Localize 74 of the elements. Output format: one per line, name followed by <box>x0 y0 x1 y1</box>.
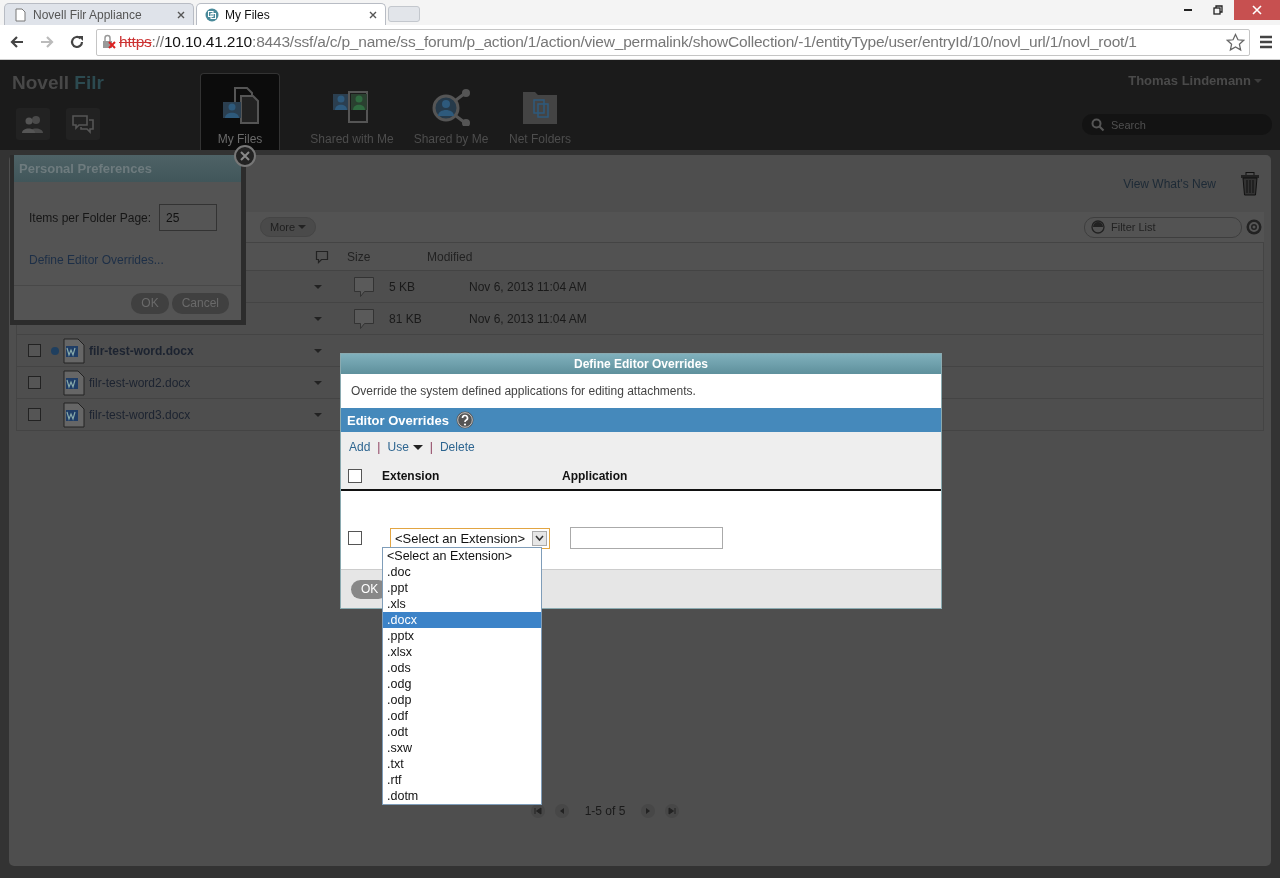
filter-icon <box>1091 220 1105 234</box>
toolbar-link[interactable]: Delete <box>439 440 475 454</box>
comment-icon[interactable] <box>353 307 375 330</box>
help-icon[interactable] <box>455 411 474 429</box>
comments-icon <box>71 114 95 134</box>
close-icon[interactable] <box>369 10 377 19</box>
settings-icon[interactable] <box>1246 219 1262 235</box>
dropdown-option[interactable]: .xls <box>383 596 541 612</box>
dropdown-option[interactable]: .sxw <box>383 740 541 756</box>
browser-tab[interactable]: My Files <box>196 3 386 25</box>
dropdown-option[interactable]: .doc <box>383 564 541 580</box>
search-input[interactable]: Search <box>1111 118 1261 131</box>
row-checkbox[interactable] <box>28 376 41 389</box>
close-icon <box>1252 5 1262 15</box>
row-checkbox[interactable] <box>28 344 41 357</box>
restore-icon <box>1213 5 1223 15</box>
chevron-down-icon <box>535 534 544 542</box>
address-field[interactable]: https://10.10.41.210:8443/ssf/a/c/p_name/ss_forum/p_action/1/action/view_permalink/showCollection/-1/entityType/user/entryId/10/novl_url/1/novl_root/1 <box>96 28 1250 56</box>
dropdown-option[interactable]: .rtf <box>383 772 541 788</box>
select-all-checkbox[interactable] <box>348 468 362 483</box>
row-checkbox[interactable] <box>348 531 362 545</box>
trash-icon[interactable] <box>1240 171 1260 196</box>
caret-icon[interactable] <box>314 316 322 321</box>
dropdown-option[interactable]: .ods <box>383 660 541 676</box>
search-icon <box>1091 117 1105 132</box>
comment-icon <box>315 249 329 264</box>
toolbar-link[interactable]: Add <box>349 440 371 454</box>
dropdown-option[interactable]: <Select an Extension> <box>383 548 541 564</box>
dialog-description: Override the system defined applications for editing attachments. <box>350 383 697 400</box>
field-label: Items per Folder Page: <box>29 210 152 225</box>
separator: | <box>377 440 381 454</box>
close-icon[interactable] <box>177 10 185 19</box>
word-file-icon <box>63 369 85 396</box>
people-button[interactable] <box>16 108 50 140</box>
column-header: Extension <box>382 468 441 483</box>
dialog-title: Define Editor Overrides <box>341 354 941 374</box>
word-file-icon <box>63 401 85 428</box>
word-file-icon <box>63 337 85 364</box>
broken-lock-icon <box>101 34 117 50</box>
next-page-icon[interactable] <box>641 804 656 818</box>
toolbar-link[interactable]: Use <box>387 440 423 454</box>
separator: | <box>429 440 433 454</box>
column-header: Application <box>562 468 628 483</box>
previous-page-icon[interactable] <box>554 804 569 818</box>
dropdown-option[interactable]: .odt <box>383 724 541 740</box>
people-icon <box>21 115 45 133</box>
search-field[interactable]: Search <box>1082 114 1272 135</box>
minimize-icon <box>1184 9 1192 11</box>
star-icon[interactable] <box>1226 32 1245 52</box>
dropdown-option[interactable]: .docx <box>383 612 541 628</box>
new-tab-button[interactable] <box>388 6 420 22</box>
caret-icon[interactable] <box>314 348 322 353</box>
first-page-icon[interactable] <box>530 804 545 818</box>
dropdown-option[interactable]: .dotm <box>383 788 541 804</box>
application-field[interactable] <box>570 527 723 549</box>
dropdown-option[interactable]: .odp <box>383 692 541 708</box>
comments-button[interactable] <box>66 108 100 140</box>
section-title: Editor Overrides <box>347 412 449 428</box>
filr-favicon-icon <box>205 7 219 22</box>
page-icon <box>13 7 27 22</box>
dropdown-option[interactable]: .txt <box>383 756 541 772</box>
nav-tab[interactable]: My Files <box>200 73 280 150</box>
caret-icon[interactable] <box>314 284 322 289</box>
caret-icon[interactable] <box>314 380 322 385</box>
menu-icon[interactable] <box>1258 34 1274 50</box>
browser-tab[interactable]: Novell Filr Appliance <box>4 3 194 25</box>
row-checkbox[interactable] <box>28 408 41 421</box>
comment-icon[interactable] <box>353 275 375 298</box>
dropdown-option[interactable]: .odg <box>383 676 541 692</box>
dropdown-option[interactable]: .pptx <box>383 628 541 644</box>
caret-icon[interactable] <box>314 412 322 417</box>
dropdown-option[interactable]: .odf <box>383 708 541 724</box>
last-page-icon[interactable] <box>665 804 680 818</box>
dropdown-option[interactable]: .xlsx <box>383 644 541 660</box>
